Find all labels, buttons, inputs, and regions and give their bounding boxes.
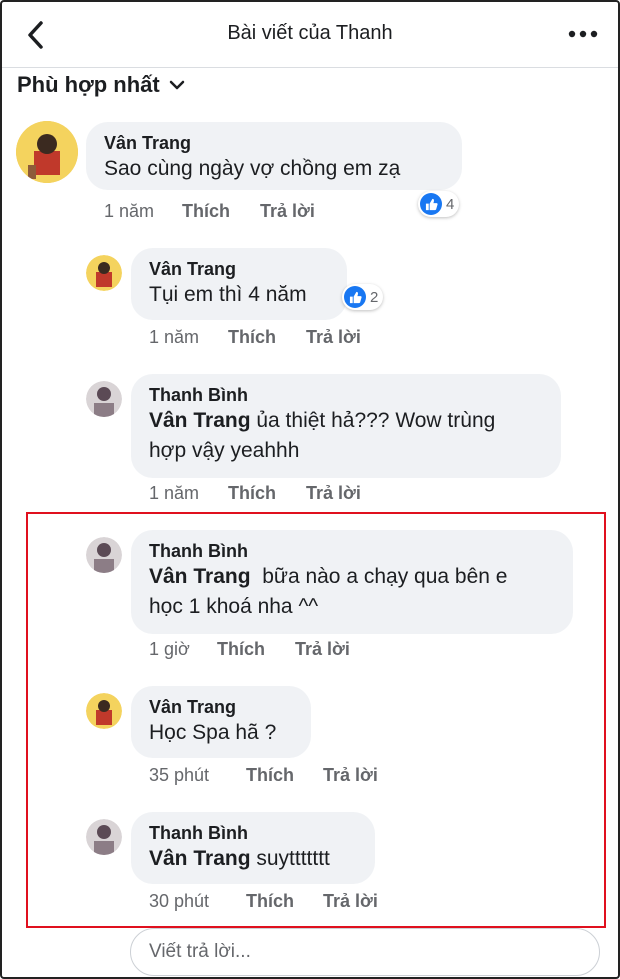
avatar[interactable] <box>16 121 78 183</box>
comment-bubble: Vân Trang Học Spa hã ? <box>131 686 311 758</box>
like-button[interactable]: Thích <box>217 639 295 660</box>
reply-input[interactable]: Viết trả lời... <box>130 928 600 976</box>
comment-bubble: Thanh Bình Vân Trang bữa nào a chạy qua … <box>131 530 573 634</box>
comment-text: Vân Trang ủa thiệt hả??? Wow trùng <box>149 406 543 436</box>
comment-text: Vân Trang suyttttttt <box>149 844 357 874</box>
mention-link[interactable]: Vân Trang <box>149 847 251 870</box>
comment-author[interactable]: Vân Trang <box>104 132 444 154</box>
comment-actions: 1 năm Thích Trả lời <box>104 201 315 222</box>
comment-actions: 30 phút Thích Trả lời <box>149 891 378 912</box>
comment-time: 1 năm <box>149 327 200 347</box>
reply-button[interactable]: Trả lời <box>260 201 315 222</box>
comment-time: 1 năm <box>149 483 200 503</box>
like-reaction-icon <box>420 193 442 215</box>
comment-time: 30 phút <box>149 891 210 911</box>
comment-text: Vân Trang bữa nào a chạy qua bên e <box>149 562 555 592</box>
comment-text-line2: học 1 khoá nha ^^ <box>149 595 319 618</box>
like-button[interactable]: Thích <box>228 327 306 348</box>
comment-text-line1: ủa thiệt hả??? Wow trùng <box>250 409 496 432</box>
profile-photo-icon <box>86 381 122 417</box>
comment-author[interactable]: Thanh Bình <box>149 384 543 406</box>
like-reaction-icon <box>344 286 366 308</box>
avatar[interactable] <box>86 381 122 417</box>
comment-bubble: Thanh Bình Vân Trang suyttttttt <box>131 812 375 884</box>
avatar[interactable] <box>86 693 122 729</box>
profile-photo-icon <box>86 693 122 729</box>
comment-time: 1 năm <box>104 201 155 221</box>
like-button[interactable]: Thích <box>182 201 260 222</box>
mention-link[interactable]: Vân Trang <box>149 565 251 588</box>
reaction-count[interactable]: 2 <box>342 284 384 310</box>
page-title: Bài viết của Thanh <box>227 22 393 44</box>
comment-actions: 1 năm Thích Trả lời <box>149 483 361 504</box>
reply-button[interactable]: Trả lời <box>306 483 361 504</box>
reply-button[interactable]: Trả lời <box>323 891 378 912</box>
avatar[interactable] <box>86 537 122 573</box>
comment-text-body: suyttttttt <box>250 847 330 870</box>
reply-button[interactable]: Trả lời <box>306 327 361 348</box>
like-button[interactable]: Thích <box>246 891 323 912</box>
profile-photo-icon <box>86 819 122 855</box>
comment-text-line1: bữa nào a chạy qua bên e <box>250 565 508 588</box>
comment-bubble: Vân Trang Tụi em thì 4 năm <box>131 248 347 320</box>
top-bar: Bài viết của Thanh <box>2 2 618 68</box>
reply-button[interactable]: Trả lời <box>323 765 378 786</box>
comment-author[interactable]: Vân Trang <box>149 258 329 280</box>
more-options-button[interactable] <box>566 20 600 48</box>
profile-photo-icon <box>86 255 122 291</box>
comment-author[interactable]: Vân Trang <box>149 696 293 718</box>
profile-photo-icon <box>86 537 122 573</box>
comment-actions: 1 giờ Thích Trả lời <box>149 639 350 660</box>
comment-text: Học Spa hã ? <box>149 721 277 744</box>
profile-photo-icon <box>16 121 78 183</box>
sort-label: Phù hợp nhất <box>17 72 160 97</box>
reaction-number: 2 <box>370 288 379 306</box>
chevron-down-icon <box>169 80 184 90</box>
comment-actions: 1 năm Thích Trả lời <box>149 327 361 348</box>
reaction-count[interactable]: 4 <box>418 191 460 217</box>
reply-placeholder: Viết trả lời... <box>149 941 251 962</box>
like-button[interactable]: Thích <box>228 483 306 504</box>
comment-text-line2: hợp vậy yeahhh <box>149 439 300 462</box>
comment-time: 35 phút <box>149 765 210 785</box>
avatar[interactable] <box>86 255 122 291</box>
comment-author[interactable]: Thanh Bình <box>149 822 357 844</box>
like-button[interactable]: Thích <box>246 765 323 786</box>
reply-button[interactable]: Trả lời <box>295 639 350 660</box>
comment-text: Tụi em thì 4 năm <box>149 283 307 306</box>
comment-actions: 35 phút Thích Trả lời <box>149 765 378 786</box>
sort-dropdown[interactable]: Phù hợp nhất <box>17 72 186 98</box>
comment-bubble: Thanh Bình Vân Trang ủa thiệt hả??? Wow … <box>131 374 561 478</box>
comment-time: 1 giờ <box>149 639 190 659</box>
comment-author[interactable]: Thanh Bình <box>149 540 555 562</box>
more-horizontal-icon <box>568 30 598 38</box>
avatar[interactable] <box>86 819 122 855</box>
mention-link[interactable]: Vân Trang <box>149 409 251 432</box>
comment-text: Sao cùng ngày vợ chồng em zạ <box>104 157 401 180</box>
reaction-number: 4 <box>446 195 455 213</box>
comment-bubble: Vân Trang Sao cùng ngày vợ chồng em zạ <box>86 122 462 190</box>
